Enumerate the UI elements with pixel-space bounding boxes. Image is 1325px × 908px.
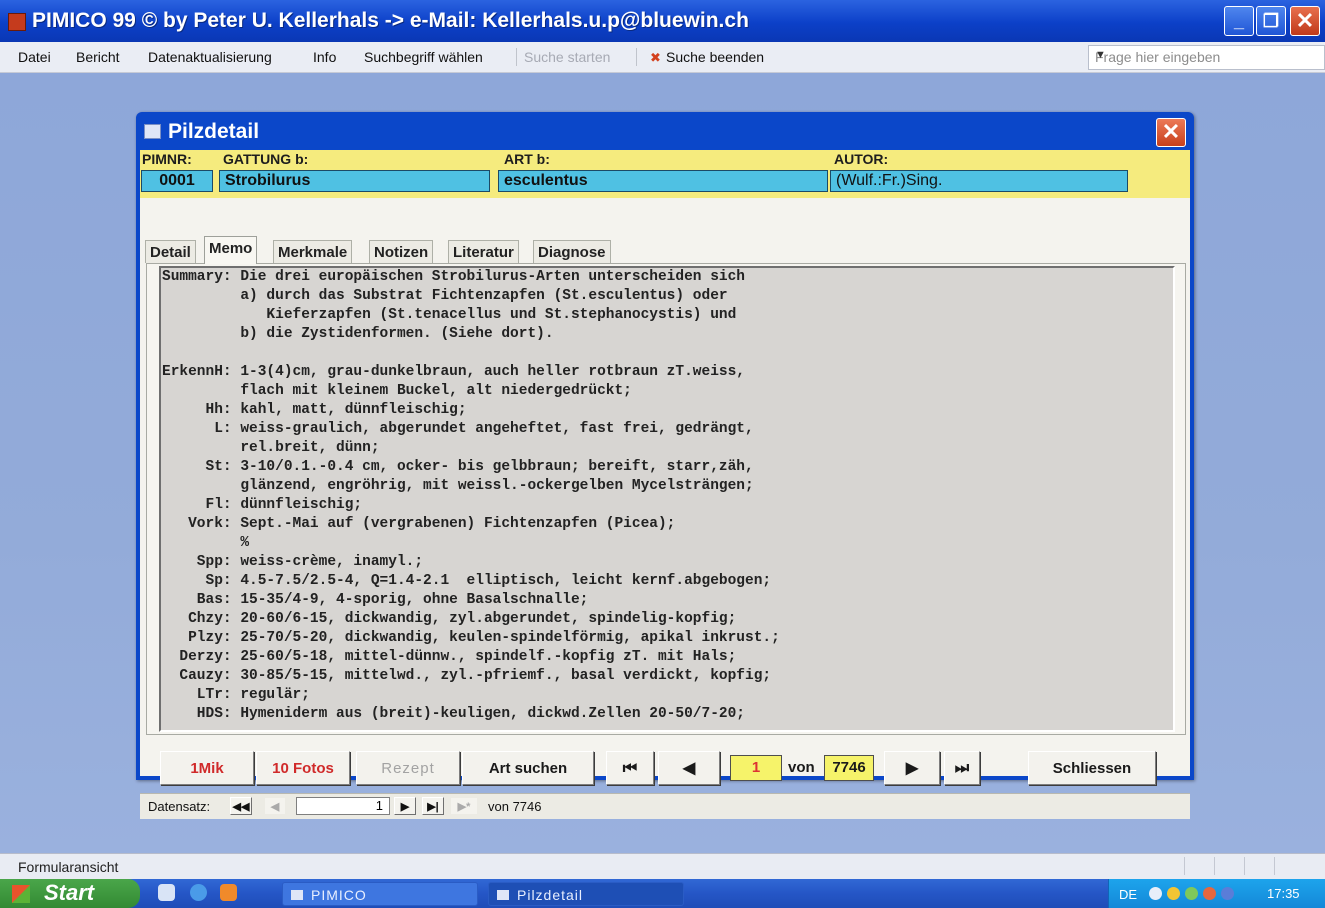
task-window-icon <box>291 890 303 900</box>
form-title-bar[interactable]: Pilzdetail ✕ <box>136 112 1194 150</box>
menu-suchbegriff-waehlen[interactable]: Suchbegriff wählen <box>364 49 483 65</box>
menu-suche-beenden[interactable]: Suche beenden <box>666 49 764 65</box>
desktop-icon[interactable] <box>158 884 175 901</box>
record-of-label: von <box>788 759 815 776</box>
app-icon <box>8 13 26 31</box>
current-record-field[interactable]: 1 <box>730 755 782 781</box>
app-title: PIMICO 99 © by Peter U. Kellerhals -> e-… <box>32 9 749 32</box>
next-record-button[interactable]: ▶ <box>884 751 940 785</box>
tab-literatur[interactable]: Literatur <box>448 240 519 263</box>
record-total: 7746 <box>824 755 874 781</box>
rezept-button: Rezept <box>356 751 460 785</box>
task-pimico-label: PIMICO <box>311 887 367 903</box>
browser-icon[interactable] <box>190 884 207 901</box>
media-icon[interactable] <box>220 884 237 901</box>
record-navigator: Datensatz: ◀◀ ◀ 1 ▶ ▶| ▶* von 7746 <box>140 793 1190 819</box>
status-text: Formularansicht <box>18 859 119 875</box>
previous-record-button[interactable]: ◀ <box>658 751 720 785</box>
fotos-button[interactable]: 10 Fotos <box>256 751 350 785</box>
tab-notizen[interactable]: Notizen <box>369 240 434 263</box>
schliessen-button[interactable]: Schliessen <box>1028 751 1156 785</box>
restore-button[interactable]: ❐ <box>1256 6 1286 36</box>
language-indicator[interactable]: DE <box>1119 887 1137 902</box>
gattung-field[interactable]: Strobilurus <box>219 170 490 192</box>
tray-globe-icon[interactable] <box>1167 887 1180 900</box>
form-title: Pilzdetail <box>168 120 260 143</box>
tray-network-icon[interactable] <box>1185 887 1198 900</box>
chevron-down-icon[interactable]: ▼ <box>1095 49 1320 61</box>
nav-new-button: ▶* <box>450 797 478 815</box>
memo-tab-panel: Summary: Die drei europäischen Strobilur… <box>146 263 1186 735</box>
menu-info[interactable]: Info <box>313 49 336 65</box>
datensatz-label: Datensatz: <box>148 799 211 814</box>
tray-security-icon[interactable] <box>1203 887 1216 900</box>
task-window-icon <box>497 890 509 900</box>
clock: 17:35 <box>1267 886 1300 901</box>
task-pilzdetail[interactable]: Pilzdetail <box>488 882 684 906</box>
form-close-button[interactable]: ✕ <box>1156 118 1186 147</box>
start-button[interactable]: Start <box>0 879 140 908</box>
status-cell <box>1184 857 1213 875</box>
tab-detail[interactable]: Detail <box>145 240 196 263</box>
task-pilzdetail-label: Pilzdetail <box>517 887 584 903</box>
record-position-field[interactable]: 1 <box>296 797 390 815</box>
art-suchen-button[interactable]: Art suchen <box>462 751 594 785</box>
menu-separator <box>636 48 637 66</box>
minimize-button[interactable]: _ <box>1224 6 1254 36</box>
stop-search-icon: ✖ <box>650 50 661 65</box>
nav-prev-button: ◀ <box>264 797 286 815</box>
nav-first-button[interactable]: ◀◀ <box>230 797 252 815</box>
tab-diagnose[interactable]: Diagnose <box>533 240 611 263</box>
label-autor: AUTOR: <box>834 151 889 167</box>
menu-datenaktualisierung[interactable]: Datenaktualisierung <box>148 49 272 65</box>
last-record-button[interactable]: ⏭ <box>944 751 980 785</box>
menu-bericht[interactable]: Bericht <box>76 49 120 65</box>
close-app-button[interactable]: ✕ <box>1290 6 1320 36</box>
start-label: Start <box>44 880 95 905</box>
tray-arrow-icon[interactable] <box>1149 887 1162 900</box>
status-cell <box>1274 857 1303 875</box>
record-header: PIMNR: GATTUNG b: ART b: AUTOR: 0001 Str… <box>140 150 1190 198</box>
label-gattung: GATTUNG b: <box>223 151 309 167</box>
status-bar: Formularansicht <box>0 853 1325 880</box>
menu-separator <box>516 48 517 66</box>
tab-merkmale[interactable]: Merkmale <box>273 240 353 263</box>
form-body: PIMNR: GATTUNG b: ART b: AUTOR: 0001 Str… <box>140 150 1190 819</box>
mik-button[interactable]: 1Mik <box>160 751 254 785</box>
windows-logo-icon <box>12 885 30 903</box>
ask-question-box[interactable]: Frage hier eingeben ▼ <box>1088 45 1325 70</box>
task-pimico[interactable]: PIMICO <box>282 882 478 906</box>
taskbar: Start PIMICO Pilzdetail DE 17:35 <box>0 879 1325 908</box>
pimnr-field[interactable]: 0001 <box>141 170 213 192</box>
record-count: von 7746 <box>488 799 542 814</box>
system-tray: DE 17:35 <box>1108 879 1325 908</box>
first-record-button[interactable]: ⏮ <box>606 751 654 785</box>
memo-text: Summary: Die drei europäischen Strobilur… <box>162 269 780 722</box>
autor-field[interactable]: (Wulf.:Fr.)Sing. <box>830 170 1128 192</box>
status-cell <box>1244 857 1273 875</box>
art-field[interactable]: esculentus <box>498 170 828 192</box>
menu-datei[interactable]: Datei <box>18 49 51 65</box>
tab-memo[interactable]: Memo <box>204 236 258 264</box>
status-cell <box>1214 857 1243 875</box>
app-title-bar[interactable]: PIMICO 99 © by Peter U. Kellerhals -> e-… <box>0 0 1325 42</box>
menu-suche-starten: Suche starten <box>524 49 611 65</box>
nav-next-button[interactable]: ▶ <box>394 797 416 815</box>
form-icon <box>144 124 161 139</box>
label-art: ART b: <box>504 151 550 167</box>
memo-textbox[interactable]: Summary: Die drei europäischen Strobilur… <box>159 266 1175 732</box>
nav-last-button[interactable]: ▶| <box>422 797 444 815</box>
tray-volume-icon[interactable] <box>1221 887 1234 900</box>
pilzdetail-window: Pilzdetail ✕ PIMNR: GATTUNG b: ART b: AU… <box>136 112 1194 819</box>
label-pimnr: PIMNR: <box>142 151 192 167</box>
